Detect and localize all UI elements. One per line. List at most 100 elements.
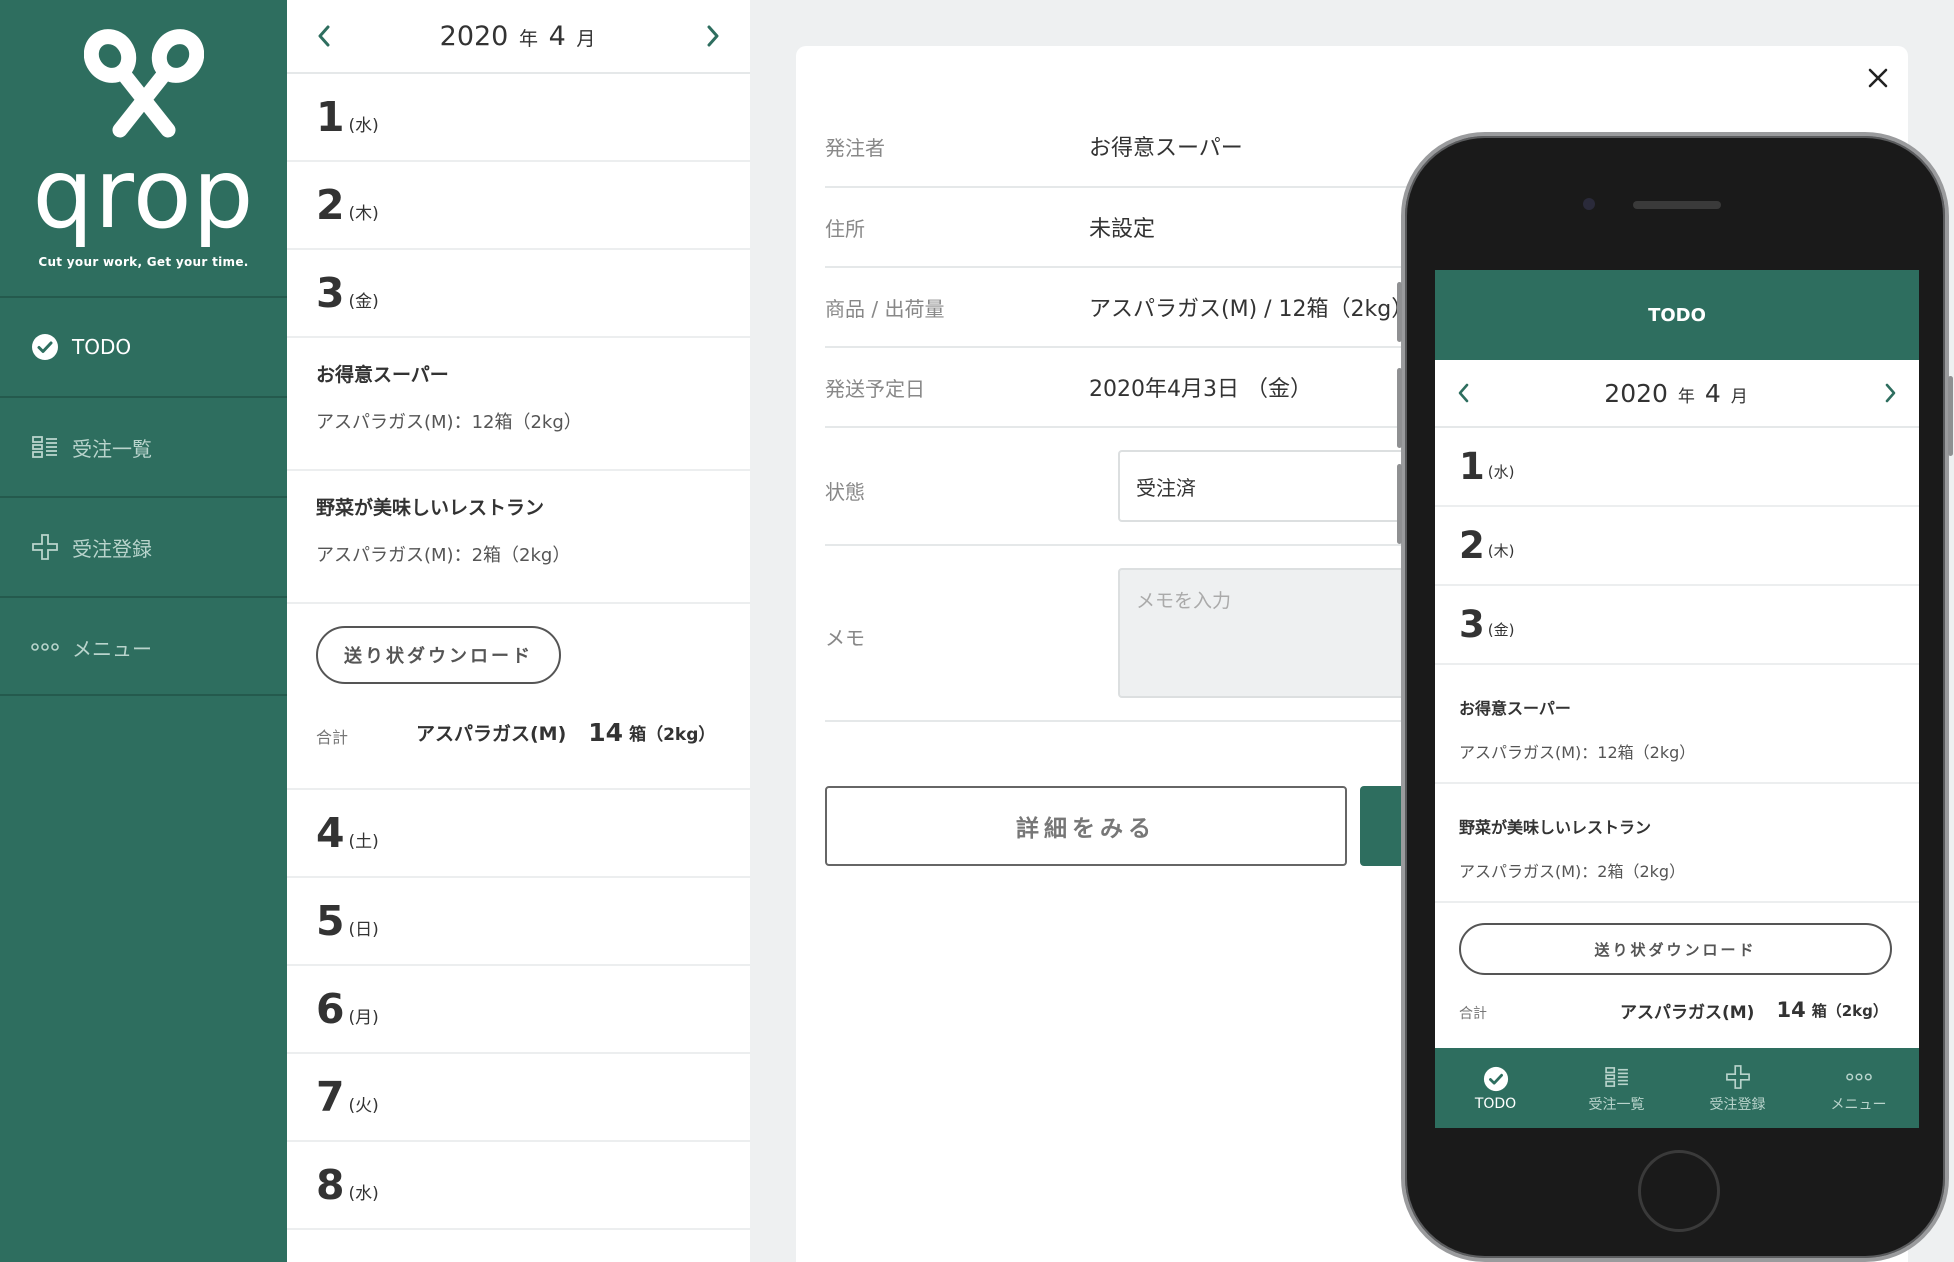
day-row[interactable]: 7 (火) [287,1054,750,1142]
phone-download-wrap: 送り状ダウンロード [1435,903,1919,975]
order-product: アスパラガス(M)：12箱（2kg） [316,412,582,433]
phone-next-month-button[interactable] [1885,383,1897,403]
order-product: アスパラガス(M)：12箱（2kg） [1459,743,1696,762]
phone-mockup: TODO 2020 年 4 月 1 (水) 2 (木) 3 (金) お得意スーパー ア… [1397,132,1953,1262]
field-label: 住所 [825,216,865,241]
day-row[interactable]: 6 (月) [287,966,750,1054]
day-row[interactable]: 5 (日) [287,878,750,966]
month-title: 2020 年 4 月 [439,20,596,52]
phone-power-button [1948,376,1953,456]
more-icon [1845,1062,1872,1092]
total-unit: 箱（2kg） [629,724,716,745]
order-customer: 野菜が美味しいレストラン [316,497,545,519]
field-value: 未設定 [1089,217,1156,242]
day-row[interactable]: 8 (水) [287,1142,750,1230]
field-label: 状態 [825,479,865,504]
phone-order-item[interactable]: お得意スーパー アスパラガス(M)：12箱（2kg） [1435,665,1919,784]
sidebar-divider [0,694,287,696]
day-row[interactable]: 4 (土) [287,790,750,878]
day-row[interactable]: 3 (金) [287,250,750,338]
phone-speaker [1633,201,1721,209]
sidebar-item-label: 受注登録 [72,536,152,561]
phone-month-title: 2020 年 4 月 [1604,378,1748,408]
plus-icon [1725,1062,1750,1092]
sidebar-item-order-register[interactable]: 受注登録 [0,496,287,596]
total-product: アスパラガス(M) [1620,1002,1755,1023]
phone-prev-month-button[interactable] [1457,383,1469,403]
phone-download-invoice-button[interactable]: 送り状ダウンロード [1459,923,1892,975]
sidebar-item-label: メニュー [72,636,152,661]
field-label: 発送予定日 [825,376,925,401]
tab-todo[interactable]: TODO [1435,1048,1556,1128]
field-label: メモ [825,625,865,650]
brand-wordmark: qrop [32,138,255,250]
phone-order-item[interactable]: 野菜が美味しいレストラン アスパラガス(M)：2箱（2kg） [1435,784,1919,903]
day-row[interactable]: 1 (水) [287,74,750,162]
next-month-button[interactable] [706,25,720,47]
order-customer: お得意スーパー [316,364,449,386]
order-product: アスパラガス(M)：2箱（2kg） [316,545,571,566]
phone-volume-down [1397,464,1402,544]
field-label: 発注者 [825,135,885,160]
plus-icon [30,532,60,562]
field-value: アスパラガス(M) / 12箱（2kg） [1089,297,1414,322]
sidebar-item-label: TODO [72,335,132,359]
phone-day-row[interactable]: 3 (金) [1435,586,1919,665]
sidebar-item-todo[interactable]: TODO [0,296,287,396]
brand-tagline: Cut your work, Get your time. [38,255,249,269]
chevron-right-icon [1885,383,1896,403]
logo: qrop Cut your work, Get your time. [0,0,287,300]
total-quantity: 14 [1776,998,1806,1022]
day-row[interactable]: 2 (木) [287,162,750,250]
prev-month-button[interactable] [317,25,331,47]
list-icon [30,432,60,462]
order-customer: 野菜が美味しいレストラン [1459,818,1652,837]
month-navigator: 2020 年 4 月 [287,0,750,74]
scissors-logo-icon [84,29,204,138]
view-details-button[interactable]: 詳細をみる [825,786,1347,866]
order-item[interactable]: 野菜が美味しいレストラン アスパラガス(M)：2箱（2kg） [287,471,750,604]
phone-day-row[interactable]: 2 (木) [1435,507,1919,586]
list-icon [1604,1062,1629,1092]
phone-total-row: 合計 アスパラガス(M) 14 箱（2kg） [1459,997,1919,1023]
tab-menu[interactable]: メニュー [1798,1048,1919,1128]
chevron-left-icon [318,25,330,47]
phone-camera [1583,198,1595,210]
field-value: お得意スーパー [1089,136,1243,161]
total-unit: 箱（2kg） [1811,1001,1888,1020]
phone-volume-up [1397,368,1402,448]
phone-day-row[interactable]: 1 (水) [1435,428,1919,507]
more-icon [30,632,60,662]
total-row: 合計 アスパラガス(M) 14 箱（2kg） [316,716,750,748]
check-circle-icon [30,332,60,362]
sidebar-item-order-list[interactable]: 受注一覧 [0,396,287,496]
phone-home-button [1638,1150,1720,1232]
phone-header: TODO [1435,270,1919,360]
phone-month-navigator: 2020 年 4 月 [1435,360,1919,428]
phone-tab-bar: TODO 受注一覧 受注登録 メニュー [1435,1048,1919,1128]
order-customer: お得意スーパー [1459,699,1571,718]
field-value: 2020年4月3日 （金） [1089,377,1312,402]
chevron-right-icon [707,25,719,47]
tab-order-list[interactable]: 受注一覧 [1556,1048,1677,1128]
day-summary: 送り状ダウンロード 合計 アスパラガス(M) 14 箱（2kg） [287,604,750,790]
phone-screen: TODO 2020 年 4 月 1 (水) 2 (木) 3 (金) お得意スーパー ア… [1435,270,1919,1128]
total-product: アスパラガス(M) [416,722,567,745]
total-label: 合計 [316,728,349,747]
check-circle-icon [1483,1064,1509,1094]
total-quantity: 14 [588,717,624,747]
calendar-list: 2020 年 4 月 1 (水) 2 (木) 3 (金) お得意スーパー アスパラガス… [287,0,750,1262]
sidebar-item-label: 受注一覧 [72,436,152,461]
order-item[interactable]: お得意スーパー アスパラガス(M)：12箱（2kg） [287,338,750,471]
chevron-left-icon [1458,383,1469,403]
close-icon [1868,68,1888,88]
close-button[interactable] [1868,68,1888,88]
sidebar-item-menu[interactable]: メニュー [0,596,287,696]
download-invoice-button[interactable]: 送り状ダウンロード [316,626,561,684]
phone-mute-switch [1397,282,1402,342]
sidebar: qrop Cut your work, Get your time. TODO … [0,0,287,1262]
order-product: アスパラガス(M)：2箱（2kg） [1459,862,1686,881]
field-label: 商品 / 出荷量 [825,296,945,321]
total-label: 合計 [1459,1006,1487,1022]
tab-order-register[interactable]: 受注登録 [1677,1048,1798,1128]
